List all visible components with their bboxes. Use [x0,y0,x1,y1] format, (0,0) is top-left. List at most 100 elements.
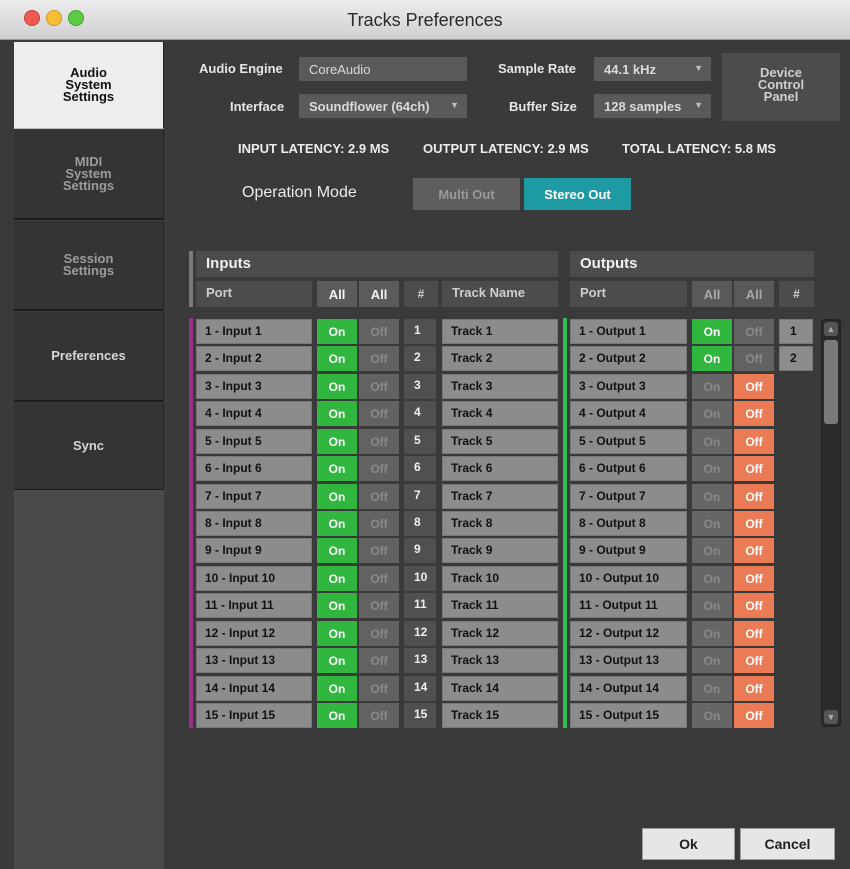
output-on-toggle[interactable]: On [692,374,732,399]
output-on-toggle[interactable]: On [692,648,732,673]
interface-dropdown[interactable]: Soundflower (64ch) ▼ [299,94,467,118]
output-on-toggle[interactable]: On [692,319,732,344]
input-off-toggle[interactable]: Off [359,703,399,728]
input-off-toggle[interactable]: Off [359,621,399,646]
output-on-toggle[interactable]: On [692,703,732,728]
track-name-cell[interactable]: Track 14 [442,676,558,701]
track-name-cell[interactable]: Track 3 [442,374,558,399]
input-on-toggle[interactable]: On [317,346,357,371]
output-off-toggle[interactable]: Off [734,648,774,673]
scrollbar-thumb[interactable] [824,340,838,424]
output-on-toggle[interactable]: On [692,538,732,563]
sidebar-item-sync[interactable]: Sync [14,403,164,491]
track-name-cell[interactable]: Track 11 [442,593,558,618]
input-off-toggle[interactable]: Off [359,484,399,509]
input-on-toggle[interactable]: On [317,484,357,509]
chevron-down-icon[interactable]: ▼ [824,710,838,724]
output-off-toggle[interactable]: Off [734,429,774,454]
output-off-toggle[interactable]: Off [734,676,774,701]
input-on-toggle[interactable]: On [317,538,357,563]
output-on-toggle[interactable]: On [692,593,732,618]
track-name-cell[interactable]: Track 8 [442,511,558,536]
output-off-toggle[interactable]: Off [734,374,774,399]
inputs-all-off-button[interactable]: All [359,281,399,307]
output-on-toggle[interactable]: On [692,346,732,371]
output-on-toggle[interactable]: On [692,676,732,701]
track-name-cell[interactable]: Track 5 [442,429,558,454]
output-on-toggle[interactable]: On [692,401,732,426]
track-name-cell[interactable]: Track 2 [442,346,558,371]
input-off-toggle[interactable]: Off [359,429,399,454]
output-latency: OUTPUT LATENCY: 2.9 MS [423,141,589,156]
sample-rate-label: Sample Rate [498,61,577,76]
input-off-toggle[interactable]: Off [359,374,399,399]
input-on-toggle[interactable]: On [317,676,357,701]
sidebar-item-preferences[interactable]: Preferences [14,312,164,402]
sidebar-item-midi-system-settings[interactable]: MIDI System Settings [14,130,164,220]
track-name-cell[interactable]: Track 4 [442,401,558,426]
track-name-cell[interactable]: Track 15 [442,703,558,728]
output-off-toggle[interactable]: Off [734,484,774,509]
input-off-toggle[interactable]: Off [359,511,399,536]
input-off-toggle[interactable]: Off [359,456,399,481]
output-on-toggle[interactable]: On [692,484,732,509]
input-on-toggle[interactable]: On [317,621,357,646]
routing-scrollbar[interactable]: ▲ ▼ [821,319,841,727]
track-name-cell[interactable]: Track 12 [442,621,558,646]
input-on-toggle[interactable]: On [317,401,357,426]
track-name-cell[interactable]: Track 6 [442,456,558,481]
track-name-cell[interactable]: Track 1 [442,319,558,344]
output-off-toggle[interactable]: Off [734,401,774,426]
cancel-button[interactable]: Cancel [740,828,835,860]
input-on-toggle[interactable]: On [317,429,357,454]
device-control-panel-button[interactable]: Device Control Panel [722,53,840,121]
outputs-all-on-button[interactable]: All [692,281,732,307]
input-off-toggle[interactable]: Off [359,346,399,371]
inputs-all-on-button[interactable]: All [317,281,357,307]
input-off-toggle[interactable]: Off [359,648,399,673]
stereo-out-button[interactable]: Stereo Out [524,178,631,210]
input-off-toggle[interactable]: Off [359,538,399,563]
input-off-toggle[interactable]: Off [359,676,399,701]
output-off-toggle[interactable]: Off [734,346,774,371]
sidebar-item-audio-system-settings[interactable]: Audio System Settings [14,42,164,129]
track-name-cell[interactable]: Track 13 [442,648,558,673]
output-on-toggle[interactable]: On [692,566,732,591]
track-name-cell[interactable]: Track 7 [442,484,558,509]
output-off-toggle[interactable]: Off [734,621,774,646]
input-on-toggle[interactable]: On [317,456,357,481]
chevron-up-icon[interactable]: ▲ [824,322,838,336]
input-on-toggle[interactable]: On [317,648,357,673]
sidebar-item-session-settings[interactable]: Session Settings [14,221,164,311]
ok-button[interactable]: Ok [642,828,735,860]
input-off-toggle[interactable]: Off [359,593,399,618]
input-on-toggle[interactable]: On [317,703,357,728]
output-on-toggle[interactable]: On [692,429,732,454]
input-on-toggle[interactable]: On [317,511,357,536]
input-on-toggle[interactable]: On [317,374,357,399]
input-on-toggle[interactable]: On [317,566,357,591]
input-on-toggle[interactable]: On [317,593,357,618]
input-off-toggle[interactable]: Off [359,566,399,591]
sample-rate-dropdown[interactable]: 44.1 kHz ▼ [594,57,711,81]
input-off-toggle[interactable]: Off [359,401,399,426]
output-off-toggle[interactable]: Off [734,319,774,344]
output-off-toggle[interactable]: Off [734,703,774,728]
output-off-toggle[interactable]: Off [734,593,774,618]
input-on-toggle[interactable]: On [317,319,357,344]
track-name-cell[interactable]: Track 9 [442,538,558,563]
output-off-toggle[interactable]: Off [734,566,774,591]
output-on-toggle[interactable]: On [692,511,732,536]
output-on-toggle[interactable]: On [692,456,732,481]
outputs-all-off-button[interactable]: All [734,281,774,307]
output-off-toggle[interactable]: Off [734,511,774,536]
input-off-toggle[interactable]: Off [359,319,399,344]
buffer-size-dropdown[interactable]: 128 samples ▼ [594,94,711,118]
output-on-toggle[interactable]: On [692,621,732,646]
output-channel-number: 2 [779,346,813,371]
audio-engine-field[interactable]: CoreAudio [299,57,467,81]
multi-out-button[interactable]: Multi Out [413,178,520,210]
track-name-cell[interactable]: Track 10 [442,566,558,591]
output-off-toggle[interactable]: Off [734,456,774,481]
output-off-toggle[interactable]: Off [734,538,774,563]
